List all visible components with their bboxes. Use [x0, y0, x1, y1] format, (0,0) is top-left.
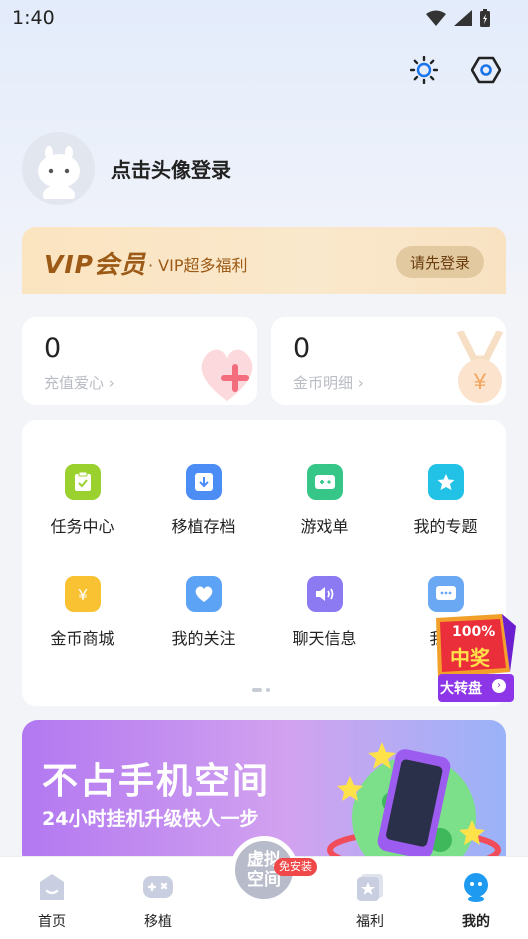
grid-item-1[interactable]: 任务中心	[22, 464, 143, 537]
phone-planet-illustration	[327, 742, 501, 870]
nav-welfare-label: 福利	[356, 914, 384, 930]
vip-subtitle: · VIP超多福利	[148, 256, 248, 275]
banner-title: 不占手机空间	[42, 761, 271, 802]
grid-item-label: 我的专题	[413, 517, 478, 536]
gamepad-icon	[306, 464, 343, 500]
page-indicator	[252, 688, 270, 692]
signal-icon	[454, 10, 472, 26]
archive-icon	[185, 464, 222, 500]
grid-item-5[interactable]: ¥ 金币商城	[22, 576, 143, 649]
coin-value: 0	[293, 333, 311, 364]
theme-toggle-icon[interactable]	[408, 54, 440, 86]
grid-item-3[interactable]: 游戏单	[264, 464, 385, 537]
svg-text:¥: ¥	[77, 587, 87, 604]
gamepad-nav-icon	[142, 871, 174, 903]
coin-detail-card[interactable]: 0 金币明细 › ¥	[271, 317, 506, 405]
avatar[interactable]	[22, 132, 95, 205]
grid-item-6[interactable]: 我的关注	[143, 576, 264, 649]
nav-home[interactable]: 首页	[22, 871, 82, 931]
svg-text:¥: ¥	[473, 369, 487, 394]
heart-icon	[185, 576, 222, 612]
vip-login-button[interactable]: 请先登录	[396, 246, 484, 278]
lottery-widget[interactable]: 100% 中奖 大转盘 ›	[430, 612, 516, 704]
nav-home-label: 首页	[38, 914, 66, 930]
vip-logo: VIP会员	[44, 250, 146, 279]
yen-icon: ¥	[64, 576, 101, 612]
battery-icon	[480, 9, 490, 27]
nav-mine[interactable]: 我的	[446, 871, 506, 931]
profile-section[interactable]: 点击头像登录	[22, 132, 231, 205]
grid-item-label: 游戏单	[300, 517, 349, 536]
lottery-percent: 100%	[452, 624, 496, 640]
nav-welfare[interactable]: 福利	[340, 871, 400, 931]
grid-item-label: 移植存档	[171, 517, 236, 536]
grid-item-label: 我的关注	[171, 629, 236, 648]
nav-port-label: 移植	[144, 914, 172, 930]
wifi-icon	[426, 10, 446, 26]
vip-banner[interactable]: VIP会员 · VIP超多福利 请先登录	[22, 227, 506, 297]
chat-icon	[427, 576, 464, 612]
settings-icon[interactable]	[470, 54, 502, 86]
heart-plus-icon	[201, 349, 253, 401]
default-avatar-icon	[37, 145, 80, 199]
nav-mine-label: 我的	[462, 914, 490, 930]
status-bar: 1:40	[0, 0, 528, 36]
grid-item-label: 金币商城	[50, 629, 115, 648]
home-icon	[36, 871, 68, 903]
recharge-card[interactable]: 0 充值爱心 ›	[22, 317, 257, 405]
lottery-title: 中奖	[450, 646, 490, 670]
recharge-value: 0	[44, 333, 62, 364]
grid-item-label: 任务中心	[50, 517, 115, 536]
welfare-icon	[354, 871, 386, 903]
login-prompt[interactable]: 点击头像登录	[111, 154, 231, 183]
coin-label: 金币明细 ›	[293, 374, 364, 392]
grid-item-4[interactable]: 我的专题	[385, 464, 506, 537]
speaker-icon	[306, 576, 343, 612]
grid-item-label: 聊天信息	[292, 629, 357, 648]
coin-medal-icon: ¥	[456, 331, 504, 403]
clipboard-icon	[64, 464, 101, 500]
grid-item-2[interactable]: 移植存档	[143, 464, 264, 537]
status-time: 1:40	[12, 7, 55, 29]
grid-item-7[interactable]: 聊天信息	[264, 576, 385, 649]
nav-port[interactable]: 移植	[128, 871, 188, 931]
install-free-badge: 免安装	[274, 858, 317, 876]
profile-nav-icon	[460, 871, 492, 903]
star-icon	[427, 464, 464, 500]
arrow-right-icon: ›	[492, 679, 506, 693]
banner-subtitle: 24小时挂机升级快人一步	[42, 808, 259, 830]
recharge-label: 充值爱心 ›	[44, 374, 115, 392]
lottery-button[interactable]: 大转盘	[440, 678, 482, 698]
